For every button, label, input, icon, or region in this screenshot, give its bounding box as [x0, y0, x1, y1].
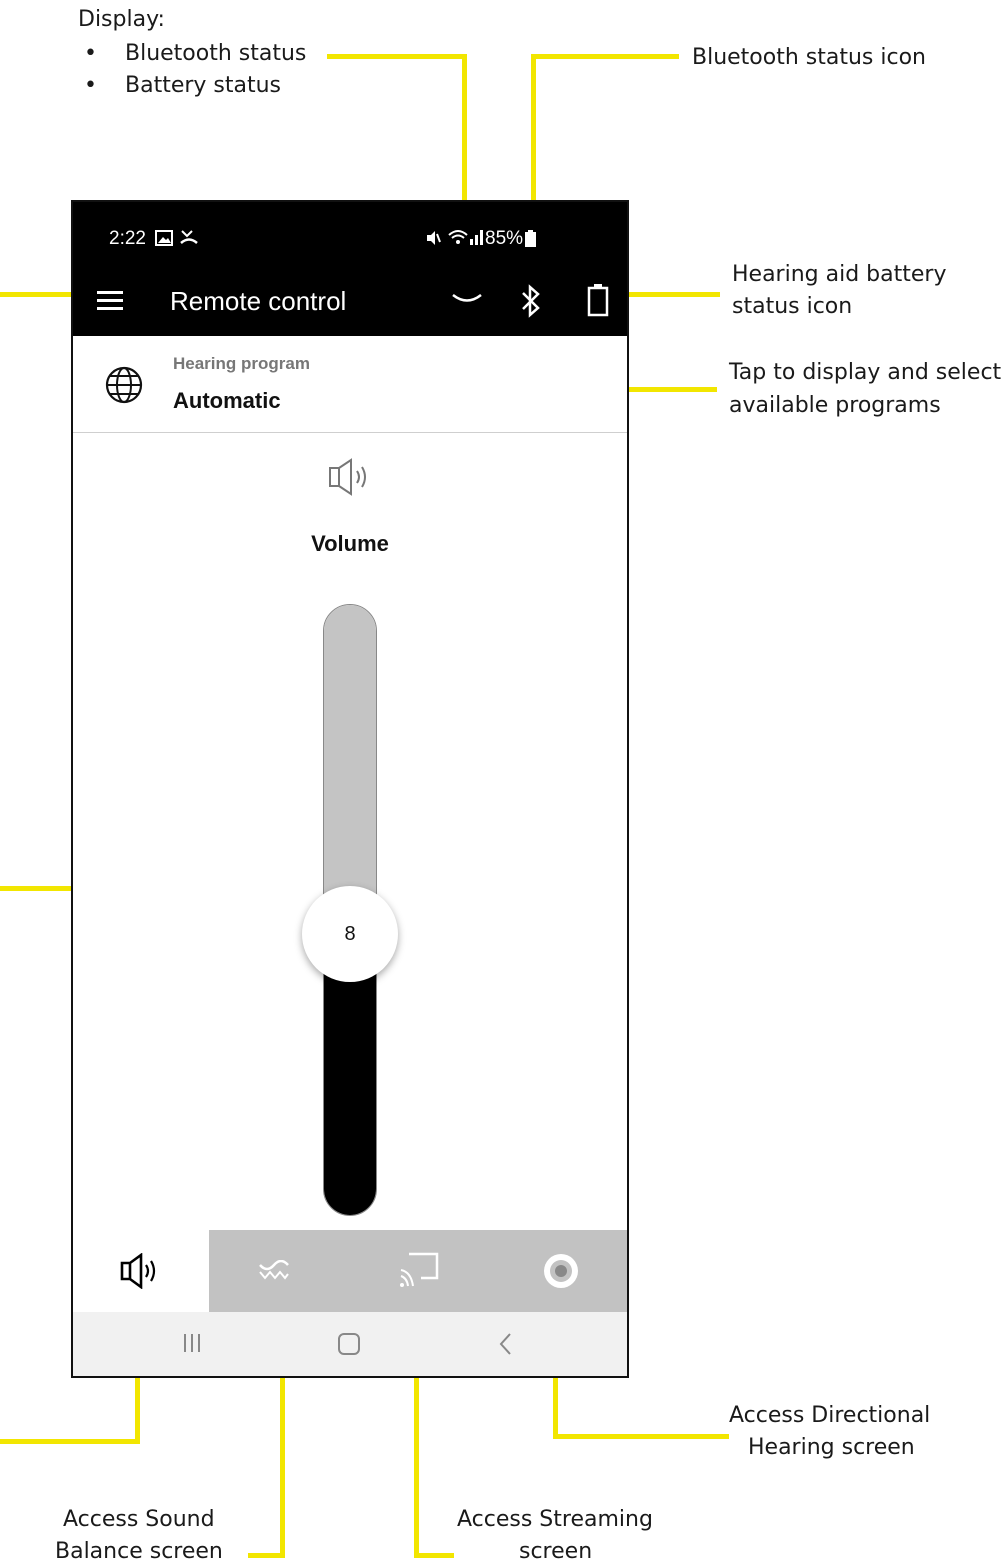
signal-icon: [470, 230, 483, 245]
globe-icon: [105, 366, 143, 404]
callout-line: [0, 1439, 140, 1444]
home-icon[interactable]: [337, 1332, 361, 1356]
missed-call-icon: [180, 230, 198, 244]
wifi-icon: [448, 230, 468, 244]
gallery-icon: [155, 230, 173, 246]
hearing-program-selector[interactable]: Hearing program Automatic: [73, 336, 627, 433]
programs-callout-2: available programs: [729, 393, 941, 418]
volume-slider-thumb[interactable]: 8: [302, 886, 398, 982]
mute-icon: [427, 231, 441, 245]
tab-streaming[interactable]: [349, 1230, 489, 1312]
bullet-1-dot: •: [84, 41, 97, 66]
app-title: Remote control: [170, 286, 347, 316]
tab-volume[interactable]: [73, 1230, 209, 1312]
status-time: 2:22: [109, 228, 146, 249]
bullet-bluetooth-status: Bluetooth status: [125, 41, 307, 66]
status-bar: 2:22 85%: [73, 202, 627, 274]
sound-balance-callout-2: Balance screen: [55, 1539, 223, 1564]
bluetooth-icon-callout: Bluetooth status icon: [692, 45, 926, 70]
callout-line: [622, 387, 717, 392]
program-label: Hearing program: [173, 354, 310, 373]
streaming-callout-1: Access Streaming: [457, 1507, 653, 1532]
back-icon[interactable]: [497, 1332, 513, 1356]
recents-icon[interactable]: [182, 1332, 202, 1354]
speaker-icon: [329, 458, 366, 496]
callout-line: [248, 1553, 285, 1558]
speaker-icon: [120, 1253, 156, 1289]
streaming-callout-2: screen: [519, 1539, 593, 1564]
sound-balance-callout-1: Access Sound: [63, 1507, 215, 1532]
status-battery-percent: 85%: [485, 228, 524, 249]
bottom-tab-bar: [73, 1230, 627, 1312]
cast-icon: [400, 1252, 439, 1287]
callout-line: [622, 292, 720, 297]
tab-directional[interactable]: [489, 1230, 627, 1312]
android-nav-bar: [73, 1312, 627, 1376]
chevron-down-icon[interactable]: [451, 292, 483, 308]
menu-icon[interactable]: [97, 290, 123, 310]
programs-callout-1: Tap to display and select: [729, 360, 1002, 385]
directional-callout-2: Hearing screen: [748, 1435, 915, 1460]
callout-line: [327, 54, 467, 59]
callout-line: [414, 1553, 454, 1558]
phone-screen: 2:22 85% Remote control Hearing program …: [71, 200, 629, 1378]
bullet-battery-status: Battery status: [125, 73, 282, 98]
wave-icon: [259, 1260, 289, 1280]
program-value: Automatic: [173, 388, 281, 413]
battery-icon-callout-2: status icon: [732, 294, 853, 319]
callout-line: [531, 54, 679, 59]
hearing-aid-battery-icon[interactable]: [587, 283, 609, 317]
target-icon: [544, 1254, 578, 1288]
phone-battery-icon: [525, 230, 536, 247]
bullet-2-dot: •: [84, 73, 97, 98]
tab-sound-balance[interactable]: [209, 1230, 349, 1312]
directional-callout-1: Access Directional: [729, 1403, 931, 1428]
display-heading: Display:: [78, 7, 165, 32]
bluetooth-icon[interactable]: [521, 284, 541, 318]
battery-icon-callout-1: Hearing aid battery: [732, 262, 947, 287]
app-bar: Remote control: [73, 274, 627, 336]
volume-label: Volume: [311, 531, 389, 556]
callout-line: [553, 1434, 729, 1439]
